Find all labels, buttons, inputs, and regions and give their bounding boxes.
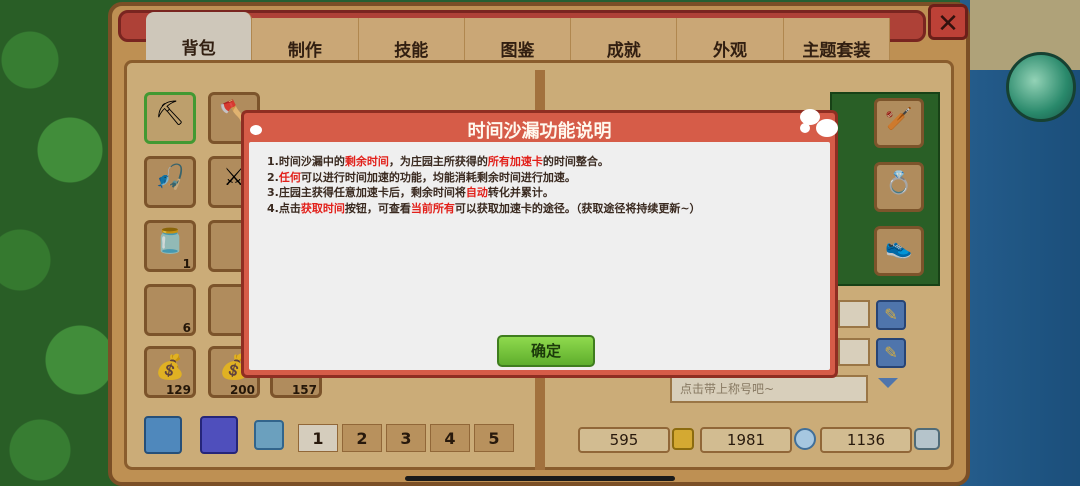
hourglass-info-dialog: 时间沙漏功能说明 1.时间沙漏中的剩余时间，为庄园主所获得的所有加速卡的时间整合… — [241, 109, 838, 378]
home-indicator — [405, 476, 675, 481]
rule-text: 2. — [267, 170, 279, 184]
rule-highlight: 获取时间 — [300, 201, 345, 215]
rule-text: 3.庄园主获得任意加速卡后，剩余时间将 — [267, 186, 466, 199]
rule-highlight: 所有加速卡 — [487, 155, 543, 168]
rules-list: 1.时间沙漏中的剩余时间，为庄园主所获得的所有加速卡的时间整合。 2.任何可以进行… — [267, 154, 827, 216]
rule-highlight: 当前所有 — [410, 201, 455, 215]
rule-text: 可以进行时间加速的功能，均能消耗剩余时间进行加速。 — [300, 170, 576, 184]
rule-highlight: 自动 — [465, 186, 488, 199]
confirm-button[interactable]: 确定 — [497, 335, 595, 367]
rule-line: 3.庄园主获得任意加速卡后，剩余时间将自动转化并累计。 — [267, 185, 827, 201]
rule-line: 2.任何可以进行时间加速的功能，均能消耗剩余时间进行加速。 — [267, 170, 827, 186]
rule-text: 1.时间沙漏中的 — [267, 155, 345, 168]
rule-highlight: 剩余时间 — [344, 155, 389, 168]
rule-text: 按钮，可查看 — [344, 201, 411, 215]
rule-text: 4.点击 — [267, 201, 301, 215]
rule-text: 的时间整合。 — [542, 155, 609, 168]
rule-text: ，为庄园主所获得的 — [388, 155, 488, 168]
rule-line: 1.时间沙漏中的剩余时间，为庄园主所获得的所有加速卡的时间整合。 — [267, 154, 827, 170]
dialog-title: 时间沙漏功能说明 — [467, 121, 612, 142]
rule-highlight: 任何 — [278, 170, 301, 184]
rule-text: 可以获取加速卡的途径。（获取途径将持续更新~） — [454, 201, 701, 215]
rule-text: 转化并累计。 — [487, 186, 554, 199]
rule-line: 4.点击获取时间按钮，可查看当前所有可以获取加速卡的途径。（获取途径将持续更新~… — [267, 201, 827, 217]
dialog-body: 1.时间沙漏中的剩余时间，为庄园主所获得的所有加速卡的时间整合。 2.任何可以进行… — [249, 142, 830, 370]
